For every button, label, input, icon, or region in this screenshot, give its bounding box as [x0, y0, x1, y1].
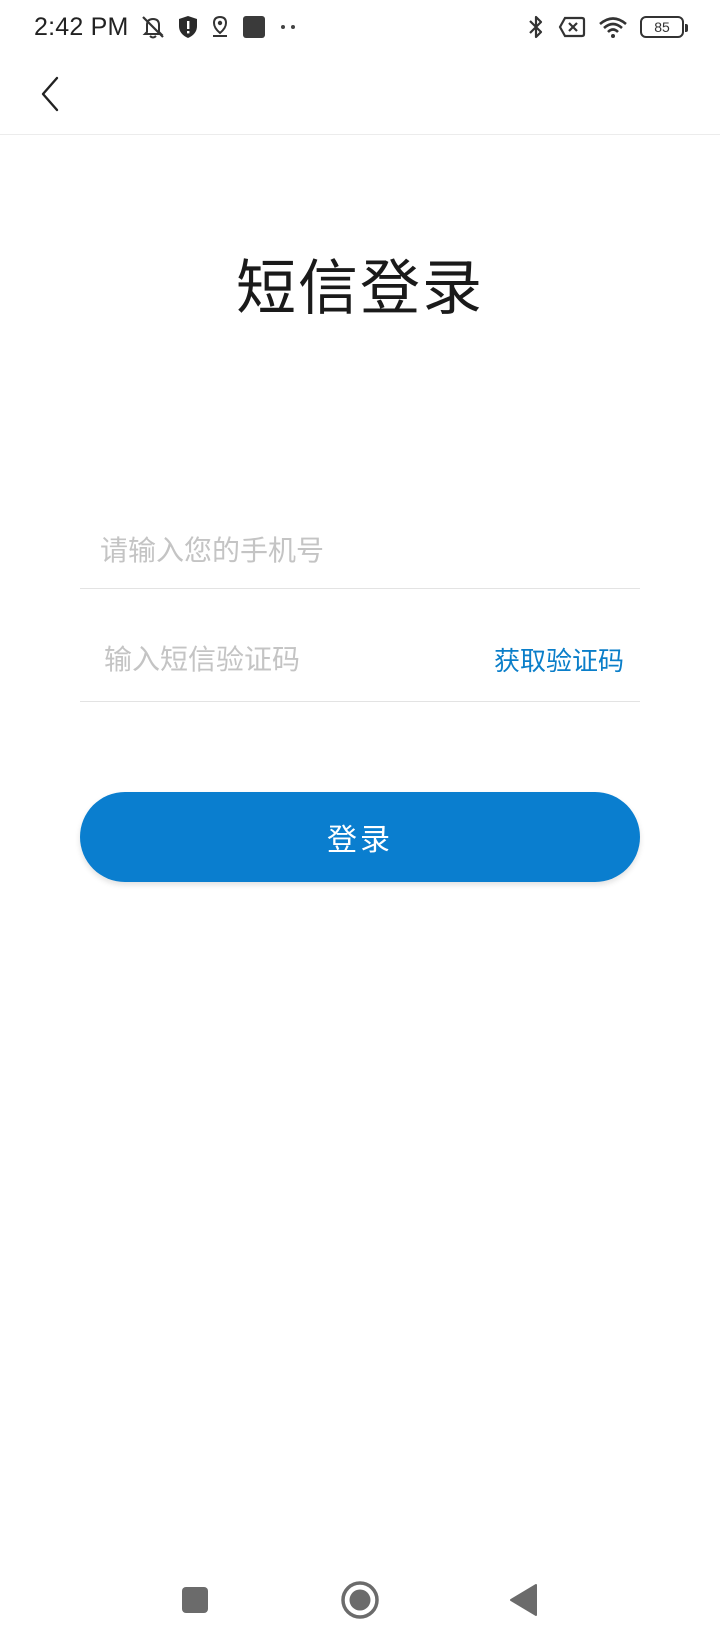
- more-dots-icon: [277, 22, 301, 32]
- phone-field-row: [80, 512, 640, 589]
- home-button[interactable]: [338, 1578, 382, 1622]
- get-code-button[interactable]: 获取验证码: [494, 641, 640, 678]
- system-back-button[interactable]: [501, 1578, 545, 1622]
- location-icon: [209, 15, 231, 39]
- status-right: 85: [526, 13, 688, 41]
- status-bar: 2:42 PM 85: [0, 0, 720, 54]
- shield-icon: [177, 15, 199, 39]
- status-left: 2:42 PM: [34, 13, 301, 42]
- battery-level: 85: [654, 19, 670, 35]
- back-button[interactable]: [22, 66, 78, 122]
- wifi-icon: [598, 15, 628, 39]
- mute-icon: [139, 13, 167, 41]
- sms-code-input[interactable]: [80, 618, 494, 701]
- bluetooth-icon: [526, 13, 546, 41]
- status-time: 2:42 PM: [34, 12, 129, 41]
- sms-login-screen: 2:42 PM 85 短信登录 请输入您的手机号 输入短信验证码 获取验证码 登…: [0, 0, 720, 1650]
- phone-input[interactable]: [80, 512, 640, 588]
- back-triangle-icon: [510, 1584, 537, 1616]
- recents-button[interactable]: [173, 1578, 217, 1622]
- code-field-row: 获取验证码: [80, 618, 640, 702]
- app-square-icon: [241, 14, 267, 40]
- recents-square-icon: [182, 1587, 208, 1613]
- home-circle-icon: [341, 1581, 379, 1619]
- app-bar: [0, 54, 720, 135]
- system-nav-bar: [0, 1550, 720, 1650]
- login-button[interactable]: 登录: [80, 792, 640, 882]
- sim-off-icon: [558, 15, 586, 39]
- battery-indicator: 85: [640, 16, 688, 38]
- chevron-left-icon: [41, 76, 59, 112]
- page-title: 短信登录: [236, 254, 484, 324]
